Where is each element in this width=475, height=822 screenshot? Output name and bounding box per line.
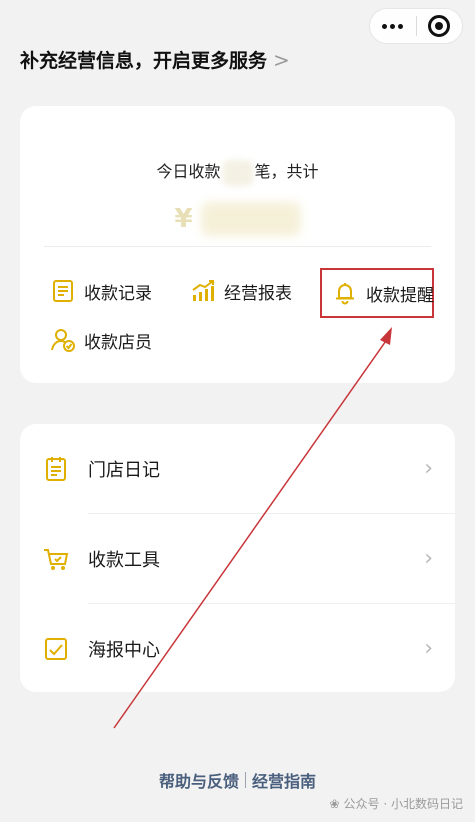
poster-center-label: 海报中心 <box>88 639 160 661</box>
payment-reminder-button[interactable]: 收款提醒 <box>320 268 434 318</box>
today-summary: 今日收款 笔，共计 <box>20 158 455 186</box>
cart-icon <box>44 548 69 570</box>
chevron-right-icon: > <box>273 47 290 72</box>
cashier-staff-button[interactable]: 收款店员 <box>50 318 152 362</box>
amount-row: ¥ <box>20 202 455 236</box>
staff-icon <box>51 329 75 352</box>
amount-blurred <box>200 202 301 236</box>
menu-card: 门店日记 › 收款工具 › 海报中心 › <box>20 424 455 692</box>
more-button[interactable] <box>370 9 416 43</box>
payment-tools-label: 收款工具 <box>88 549 160 571</box>
menu-item-store-diary[interactable]: 门店日记 › <box>20 424 455 513</box>
business-guide-link[interactable]: 经营指南 <box>252 768 316 792</box>
cashier-staff-label: 收款店员 <box>84 332 152 353</box>
chart-growth-icon <box>192 280 214 301</box>
chevron-right-icon: › <box>424 636 433 661</box>
summary-card: 今日收款 笔，共计 ¥ 收款记录 经营报表 收款提醒 收款店员 <box>20 106 455 383</box>
chevron-right-icon: › <box>424 546 433 571</box>
watermark-text: 公众号 · 小北数码日记 <box>343 797 463 811</box>
footer-divider <box>245 772 246 788</box>
store-diary-label: 门店日记 <box>88 459 160 481</box>
mini-program-capsule <box>369 8 463 44</box>
business-report-label: 经营报表 <box>224 283 292 304</box>
wechat-icon: ❀ <box>329 796 340 811</box>
footer-links: 帮助与反馈 经营指南 <box>0 768 475 792</box>
menu-item-poster-center[interactable]: 海报中心 › <box>20 604 455 693</box>
diary-icon <box>46 456 66 481</box>
today-prefix: 今日收款 <box>156 162 221 181</box>
today-suffix: 笔，共计 <box>254 162 319 181</box>
close-target-icon <box>428 15 451 37</box>
complete-info-label: 补充经营信息，开启更多服务 <box>20 50 268 72</box>
payment-records-button[interactable]: 收款记录 <box>50 269 152 313</box>
menu-item-payment-tools[interactable]: 收款工具 › <box>20 514 455 603</box>
summary-divider <box>44 246 431 247</box>
poster-icon <box>45 637 67 660</box>
complete-info-link[interactable]: 补充经营信息，开启更多服务 > <box>20 46 290 73</box>
watermark: ❀ 公众号 · 小北数码日记 <box>329 795 463 812</box>
close-button[interactable] <box>417 9 463 43</box>
payment-reminder-label: 收款提醒 <box>366 285 434 306</box>
bell-icon <box>336 283 354 305</box>
chevron-right-icon: › <box>424 456 433 481</box>
business-report-button[interactable]: 经营报表 <box>190 269 292 313</box>
more-dots-icon <box>382 23 404 29</box>
receipt-icon <box>53 280 73 302</box>
payment-records-label: 收款记录 <box>84 283 152 304</box>
count-blurred <box>222 159 253 186</box>
currency-symbol: ¥ <box>174 204 193 234</box>
help-feedback-link[interactable]: 帮助与反馈 <box>159 768 239 792</box>
